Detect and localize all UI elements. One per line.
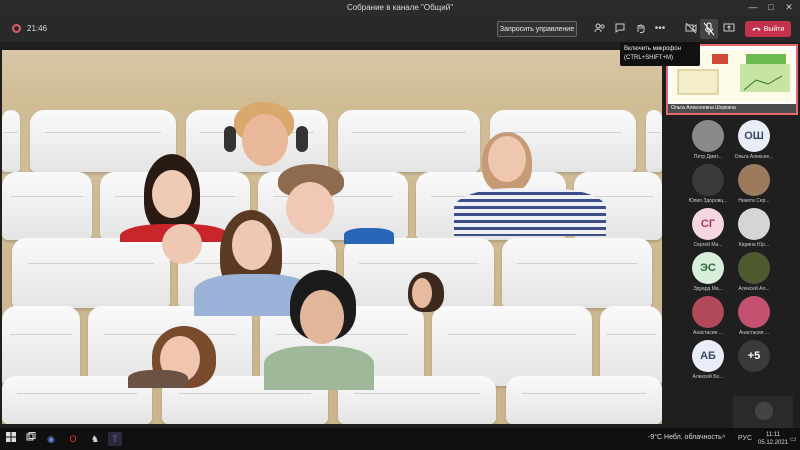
participant-avatar: ОШ: [738, 120, 770, 152]
meeting-toolbar: 21:46 Запросить управление ••• Выйти: [0, 16, 800, 42]
participant-avatar: [738, 208, 770, 240]
chat-icon[interactable]: [613, 22, 627, 36]
seat: [2, 110, 20, 172]
participant-avatar: ЭС: [692, 252, 724, 284]
notifications-icon[interactable]: ▭: [790, 435, 797, 443]
opera-icon[interactable]: O: [66, 432, 80, 446]
phone-hangup-icon: [752, 27, 761, 31]
participant-avatar: [738, 164, 770, 196]
participant-avatar: [738, 252, 770, 284]
self-avatar: [755, 402, 773, 420]
language-indicator[interactable]: РУС: [738, 435, 752, 442]
participant-tile[interactable]: Карина Юр...: [724, 206, 784, 250]
participant-avatar: [738, 296, 770, 328]
participant-name: Никита Сер...: [738, 198, 770, 204]
seat: [432, 306, 592, 386]
title-bar: Собрание в канале "Общий" — □ ✕: [0, 0, 800, 16]
reactions-icon[interactable]: [633, 22, 647, 36]
tooltip-line-2: (CTRL+SHIFT+M): [624, 55, 674, 61]
participant-tile[interactable]: ОШ Ольга Алексее...: [724, 118, 784, 162]
participant-avatar: АБ: [692, 340, 724, 372]
tooltip-line-1: Включить микрофон: [624, 46, 681, 52]
task-view-icon[interactable]: [24, 432, 38, 446]
more-options-button[interactable]: •••: [653, 22, 667, 36]
participants-icon[interactable]: [593, 22, 607, 36]
microphone-toggle-button[interactable]: [700, 19, 718, 39]
share-screen-icon[interactable]: [722, 22, 736, 36]
tray-chevron-icon[interactable]: ^: [722, 435, 725, 442]
participant-avatar: +5: [738, 340, 770, 372]
seat: [646, 110, 662, 172]
participant-video: [454, 132, 606, 236]
maximize-button[interactable]: □: [764, 2, 778, 12]
participant-video: [408, 272, 444, 316]
seat: [600, 306, 662, 386]
participant-name: Анастасия ...: [739, 330, 769, 336]
participant-name: Карина Юр...: [738, 242, 770, 248]
participant-tile[interactable]: Анастасия ...: [724, 294, 784, 338]
app-icon[interactable]: ♞: [88, 432, 102, 446]
participant-avatar: [692, 164, 724, 196]
windows-start-icon[interactable]: [4, 432, 18, 446]
teams-icon[interactable]: T: [108, 432, 122, 446]
together-mode-stage: [2, 50, 662, 424]
discord-icon[interactable]: ◉: [44, 432, 58, 446]
leave-label: Выйти: [763, 25, 785, 33]
leave-button[interactable]: Выйти: [745, 21, 791, 37]
participant-avatar: [692, 120, 724, 152]
seat: [12, 238, 170, 308]
self-video-tile[interactable]: [733, 396, 793, 428]
participant-video: [344, 226, 394, 244]
seat: [506, 376, 662, 424]
participant-tile[interactable]: +5: [724, 338, 784, 382]
participant-avatar: СГ: [692, 208, 724, 240]
window-title: Собрание в канале "Общий": [346, 3, 454, 12]
clock-date: 05.12.2021: [758, 440, 789, 446]
participant-tile[interactable]: Алексей Ал...: [724, 250, 784, 294]
participant-video: [264, 270, 374, 390]
recording-icon: [12, 24, 21, 33]
participant-name: Ольга Алексее...: [734, 154, 774, 160]
participant-tile[interactable]: Никита Сер...: [724, 162, 784, 206]
seat: [502, 238, 652, 308]
participant-name: Алексей Ал...: [738, 286, 770, 292]
close-window-button[interactable]: ✕: [782, 2, 796, 13]
participant-video: [128, 326, 228, 388]
request-control-button[interactable]: Запросить управление: [497, 21, 577, 37]
windows-taskbar: ◉ O ♞ T -9°С Небл. облачность ^ РУС 11:1…: [0, 428, 800, 450]
seat: [2, 306, 80, 386]
minimize-button[interactable]: —: [746, 2, 760, 12]
camera-off-icon[interactable]: [684, 22, 698, 36]
system-clock[interactable]: 11:11 05.12.2021: [758, 431, 788, 447]
seat: [2, 172, 92, 240]
presenter-name: Ольга Алексеевна Шоркина: [668, 104, 796, 113]
meeting-timer: 21:46: [27, 24, 48, 33]
mic-tooltip: Включить микрофон (CTRL+SHIFT+M): [620, 42, 700, 66]
clock-time: 11:11: [765, 432, 781, 438]
weather-widget[interactable]: -9°С Небл. облачность: [648, 434, 722, 441]
participant-avatar: [692, 296, 724, 328]
